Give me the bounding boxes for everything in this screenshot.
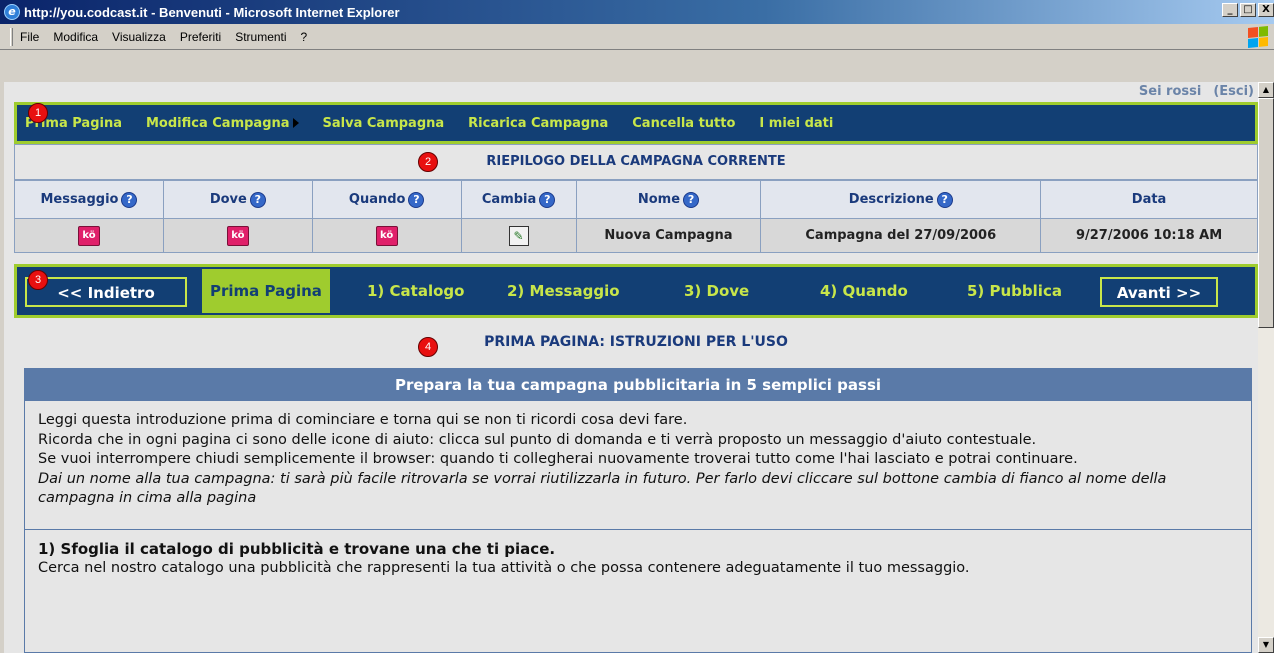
cambia-cell: ✎ — [460, 218, 577, 253]
user-bar: Sei rossi (Esci) — [4, 84, 1258, 102]
header-dove: Dove? — [162, 180, 313, 219]
step-1-section: 1) Sfoglia il catalogo di pubblicità e t… — [25, 530, 1251, 589]
header-data: Data — [1040, 180, 1258, 219]
main-nav: Prima Pagina Modifica Campagna Salva Cam… — [14, 102, 1258, 144]
campaign-summary-table: Messaggio? Dove? Quando? Cambia? Nome? D… — [14, 180, 1258, 253]
menu-preferiti[interactable]: Preferiti — [180, 30, 221, 44]
callout-marker: 3 — [28, 270, 48, 290]
help-icon[interactable]: ? — [539, 191, 556, 208]
quando-status: kö — [311, 218, 462, 253]
internet-explorer-icon: e — [4, 4, 20, 20]
summary-header-row: Messaggio? Dove? Quando? Cambia? Nome? D… — [14, 180, 1258, 219]
nav-miei-dati[interactable]: I miei dati — [759, 116, 833, 131]
intro-paragraph-italic: Dai un nome alla tua campagna: ti sarà p… — [38, 470, 1167, 507]
summary-title: RIEPILOGO DELLA CAMPAGNA CORRENTE — [14, 144, 1258, 180]
help-icon[interactable]: ? — [683, 191, 700, 208]
campaign-date: 9/27/2006 10:18 AM — [1040, 218, 1258, 253]
menu-help[interactable]: ? — [301, 30, 308, 44]
intro-paragraph: Ricorda che in ogni pagina ci sono delle… — [38, 431, 1037, 448]
header-cambia-label: Cambia — [481, 191, 537, 207]
dove-status: kö — [162, 218, 313, 253]
submenu-arrow-icon — [292, 118, 299, 128]
menu-file[interactable]: File — [20, 30, 39, 44]
menu-bar: File Modifica Visualizza Preferiti Strum… — [0, 24, 1274, 50]
callout-marker: 1 — [28, 103, 48, 123]
step-messaggio[interactable]: 2) Messaggio — [507, 267, 620, 315]
intro-paragraph: Leggi questa introduzione prima di comin… — [38, 412, 688, 428]
header-descrizione: Descrizione? — [760, 180, 1042, 219]
window-controls: _ □ X — [1222, 3, 1274, 17]
header-dove-label: Dove — [209, 191, 247, 207]
nav-ricarica-campagna[interactable]: Ricarica Campagna — [468, 116, 608, 131]
header-messaggio-label: Messaggio — [40, 191, 119, 207]
step-1-text: Cerca nel nostro catalogo una pubblicità… — [38, 560, 970, 576]
user-name: Sei rossi — [1138, 84, 1202, 99]
logout-link[interactable]: (Esci) — [1213, 84, 1254, 99]
back-button[interactable]: << Indietro — [25, 277, 187, 307]
maximize-button[interactable]: □ — [1240, 3, 1256, 17]
instructions-panel: Prepara la tua campagna pubblicitaria in… — [24, 368, 1252, 653]
header-messaggio: Messaggio? — [14, 180, 164, 219]
toolbar-grip[interactable] — [10, 28, 13, 46]
nav-modifica-campagna-label: Modifica Campagna — [145, 115, 290, 131]
ko-status-icon[interactable]: kö — [226, 225, 249, 246]
menu-strumenti[interactable]: Strumenti — [235, 30, 286, 44]
help-icon[interactable]: ? — [121, 191, 138, 208]
window-title-bar: e http://you.codcast.it - Benvenuti - Mi… — [0, 0, 1274, 24]
step-prima-pagina[interactable]: Prima Pagina — [202, 269, 330, 313]
vertical-scrollbar[interactable]: ▲ ▼ — [1258, 82, 1274, 653]
windows-logo-icon — [1248, 25, 1268, 49]
header-nome-label: Nome — [637, 191, 681, 207]
panel-title: Prepara la tua campagna pubblicitaria in… — [25, 369, 1251, 401]
nav-cancella-tutto[interactable]: Cancella tutto — [632, 116, 735, 131]
close-button[interactable]: X — [1258, 3, 1274, 17]
scroll-down-icon[interactable]: ▼ — [1258, 637, 1274, 653]
instructions-title: PRIMA PAGINA: ISTRUZIONI PER L'USO — [484, 334, 788, 350]
campaign-name: Nuova Campagna — [575, 218, 762, 253]
intro-paragraph: Se vuoi interrompere chiudi semplicement… — [38, 451, 1078, 467]
wizard-nav: << Indietro Prima Pagina 1) Catalogo 2) … — [14, 264, 1258, 318]
header-descrizione-label: Descrizione — [848, 191, 934, 207]
header-quando-label: Quando — [348, 191, 406, 207]
header-nome: Nome? — [575, 180, 762, 219]
step-quando[interactable]: 4) Quando — [820, 267, 908, 315]
campaign-description: Campagna del 27/09/2006 — [760, 218, 1042, 253]
nav-salva-campagna[interactable]: Salva Campagna — [323, 116, 445, 131]
scroll-up-icon[interactable]: ▲ — [1258, 82, 1274, 98]
callout-marker: 2 — [418, 152, 438, 172]
header-quando: Quando? — [311, 180, 462, 219]
help-icon[interactable]: ? — [249, 191, 266, 208]
callout-marker: 4 — [418, 337, 438, 357]
ko-status-icon[interactable]: kö — [375, 225, 398, 246]
menu-modifica[interactable]: Modifica — [53, 30, 98, 44]
ko-status-icon[interactable]: kö — [77, 225, 100, 246]
step-pubblica[interactable]: 5) Pubblica — [967, 267, 1062, 315]
help-icon[interactable]: ? — [936, 191, 953, 208]
summary-value-row: kö kö kö ✎ Nuova Campagna Campagna del 2… — [14, 218, 1258, 253]
menu-visualizza[interactable]: Visualizza — [112, 30, 166, 44]
header-cambia: Cambia? — [460, 180, 577, 219]
next-button[interactable]: Avanti >> — [1100, 277, 1218, 307]
step-catalogo[interactable]: 1) Catalogo — [367, 267, 464, 315]
nav-modifica-campagna[interactable]: Modifica Campagna — [146, 116, 299, 131]
step-dove[interactable]: 3) Dove — [684, 267, 749, 315]
help-icon[interactable]: ? — [408, 191, 425, 208]
edit-icon[interactable]: ✎ — [508, 225, 529, 246]
intro-text: Leggi questa introduzione prima di comin… — [25, 401, 1251, 519]
step-1-title: 1) Sfoglia il catalogo di pubblicità e t… — [38, 539, 556, 558]
window-title: http://you.codcast.it - Benvenuti - Micr… — [24, 4, 400, 20]
messaggio-status: kö — [14, 218, 164, 253]
scroll-thumb[interactable] — [1258, 98, 1274, 328]
minimize-button[interactable]: _ — [1222, 3, 1238, 17]
